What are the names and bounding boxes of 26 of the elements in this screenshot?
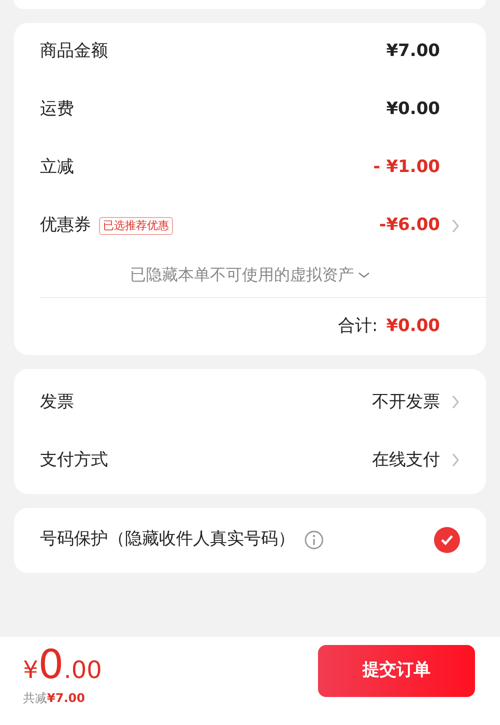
- row-label: 发票: [40, 390, 74, 414]
- check-icon: [440, 534, 454, 546]
- row-label: 运费: [40, 98, 74, 122]
- amount-value: - ¥1.00: [373, 156, 440, 180]
- total-price: ¥0.00: [23, 645, 102, 685]
- total-value: ¥0.00: [386, 314, 440, 338]
- info-icon[interactable]: [304, 530, 324, 550]
- row-label: 商品金额: [40, 40, 108, 64]
- hidden-assets-note[interactable]: 已隐藏本单不可使用的虚拟资产: [130, 263, 354, 287]
- savings-text: 共减¥7.00: [23, 690, 86, 708]
- total-label: 合计:: [338, 314, 378, 338]
- option-value[interactable]: 不开发票: [372, 390, 440, 415]
- row-label: 支付方式: [40, 448, 108, 472]
- amount-value: ¥0.00: [386, 98, 440, 122]
- submit-order-button[interactable]: 提交订单: [318, 645, 475, 697]
- option-value[interactable]: 在线支付: [372, 448, 440, 473]
- row-label: 立减: [40, 156, 74, 180]
- recommended-tag: 已选推荐优惠: [99, 216, 173, 236]
- privacy-label: 号码保护（隐藏收件人真实号码）: [40, 528, 295, 552]
- row-label: 优惠券: [40, 214, 91, 238]
- checkbox[interactable]: [434, 527, 460, 553]
- amount-value: ¥7.00: [386, 40, 440, 64]
- amount-value: -¥6.00: [379, 214, 440, 238]
- chevron-icon: [452, 395, 460, 410]
- chevron-down-icon[interactable]: [358, 271, 370, 279]
- chevron-icon: [452, 453, 460, 468]
